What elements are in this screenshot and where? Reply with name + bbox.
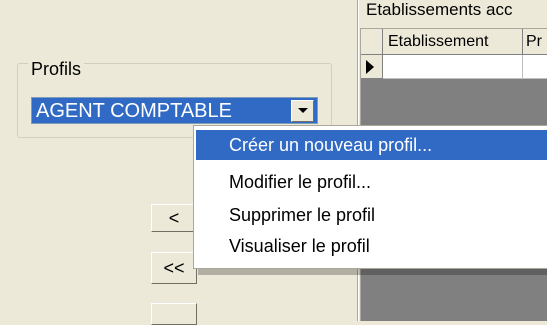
menu-item-create-profile[interactable]: Créer un nouveau profil... bbox=[196, 130, 547, 160]
profil-combobox-value[interactable]: AGENT COMPTABLE bbox=[36, 101, 232, 121]
menu-item-modify-profile[interactable]: Modifier le profil... bbox=[196, 167, 547, 197]
menu-item-delete-profile[interactable]: Supprimer le profil bbox=[196, 200, 547, 230]
menu-item-view-profile[interactable]: Visualiser le profil bbox=[196, 231, 547, 261]
grid-cell[interactable] bbox=[523, 55, 547, 79]
grid-header-corner bbox=[361, 29, 383, 55]
partial-button[interactable] bbox=[151, 303, 197, 325]
grid-cell[interactable] bbox=[383, 55, 523, 79]
chevron-down-icon bbox=[298, 108, 308, 113]
profils-group-label: Profils bbox=[28, 60, 85, 78]
etablissements-label: Etablissements acc bbox=[366, 0, 513, 19]
move-all-left-button[interactable]: << bbox=[151, 252, 197, 284]
column-header-pr[interactable]: Pr bbox=[523, 29, 547, 55]
move-left-button[interactable]: < bbox=[151, 204, 197, 232]
column-header-etablissement[interactable]: Etablissement bbox=[383, 29, 523, 55]
row-pointer-icon bbox=[366, 60, 374, 74]
